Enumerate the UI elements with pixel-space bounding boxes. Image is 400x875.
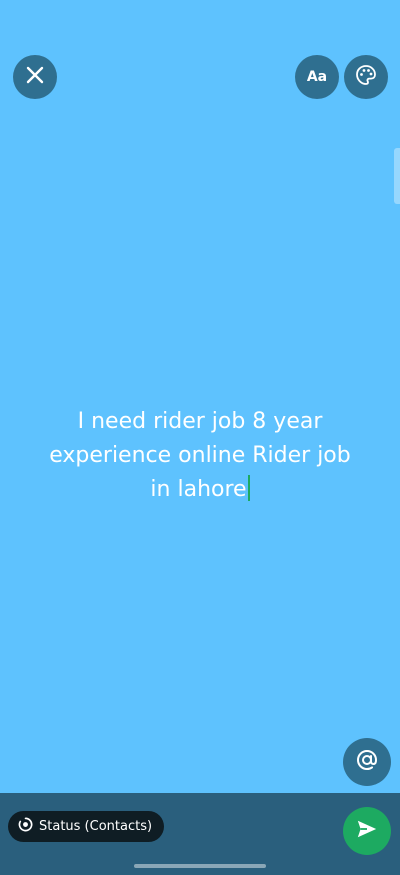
palette-icon bbox=[354, 63, 378, 91]
status-text-input[interactable]: I need rider job 8 year experience onlin… bbox=[20, 405, 380, 507]
close-icon bbox=[25, 65, 45, 89]
send-icon bbox=[356, 818, 378, 844]
background-color-button[interactable] bbox=[344, 55, 388, 99]
status-audience-label: Status (Contacts) bbox=[39, 819, 153, 834]
font-style-button[interactable]: Aa bbox=[295, 55, 339, 99]
home-indicator bbox=[134, 864, 266, 868]
status-text-content: I need rider job 8 year experience onlin… bbox=[49, 409, 351, 502]
mention-button[interactable] bbox=[343, 738, 391, 786]
send-button[interactable] bbox=[343, 807, 391, 855]
text-caret bbox=[247, 475, 250, 501]
font-icon: Aa bbox=[306, 69, 328, 85]
close-button[interactable] bbox=[13, 55, 57, 99]
at-sign-icon bbox=[355, 748, 379, 776]
status-composer: Aa I need rider job 8 year experience on… bbox=[0, 0, 400, 875]
scroll-indicator bbox=[394, 148, 400, 204]
status-icon bbox=[18, 817, 33, 836]
bottom-bar: Status (Contacts) bbox=[0, 793, 400, 875]
status-audience-chip[interactable]: Status (Contacts) bbox=[8, 811, 165, 842]
